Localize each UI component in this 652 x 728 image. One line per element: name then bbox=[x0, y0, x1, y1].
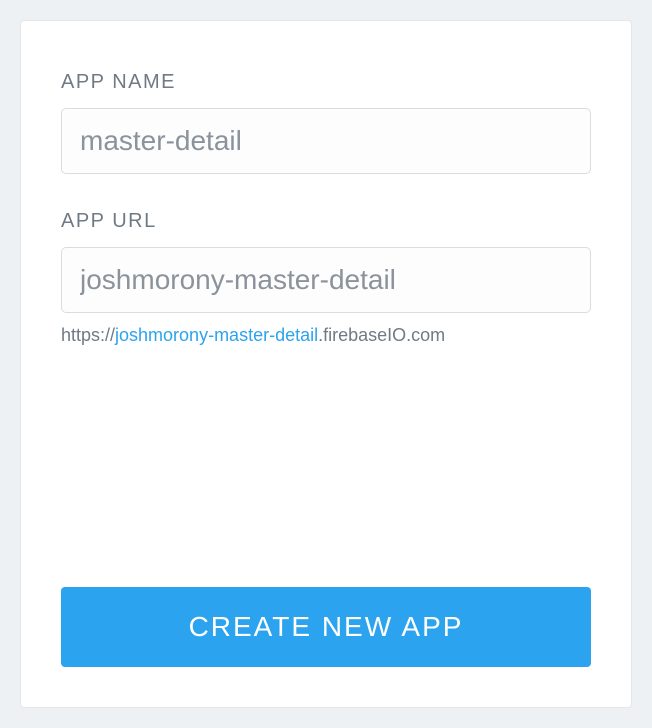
app-url-label: APP URL bbox=[61, 210, 591, 233]
app-url-group: APP URL https://joshmorony-master-detail… bbox=[61, 210, 591, 346]
app-url-input[interactable] bbox=[61, 247, 591, 313]
create-app-card: APP NAME APP URL https://joshmorony-mast… bbox=[20, 20, 632, 708]
helper-prefix: https:// bbox=[61, 325, 115, 345]
helper-suffix: .firebaseIO.com bbox=[318, 325, 445, 345]
create-new-app-button[interactable]: CREATE NEW APP bbox=[61, 587, 591, 667]
app-url-helper: https://joshmorony-master-detail.firebas… bbox=[61, 325, 591, 346]
app-name-group: APP NAME bbox=[61, 71, 591, 174]
helper-highlight: joshmorony-master-detail bbox=[115, 325, 318, 345]
spacer bbox=[61, 382, 591, 587]
app-name-input[interactable] bbox=[61, 108, 591, 174]
app-name-label: APP NAME bbox=[61, 71, 591, 94]
